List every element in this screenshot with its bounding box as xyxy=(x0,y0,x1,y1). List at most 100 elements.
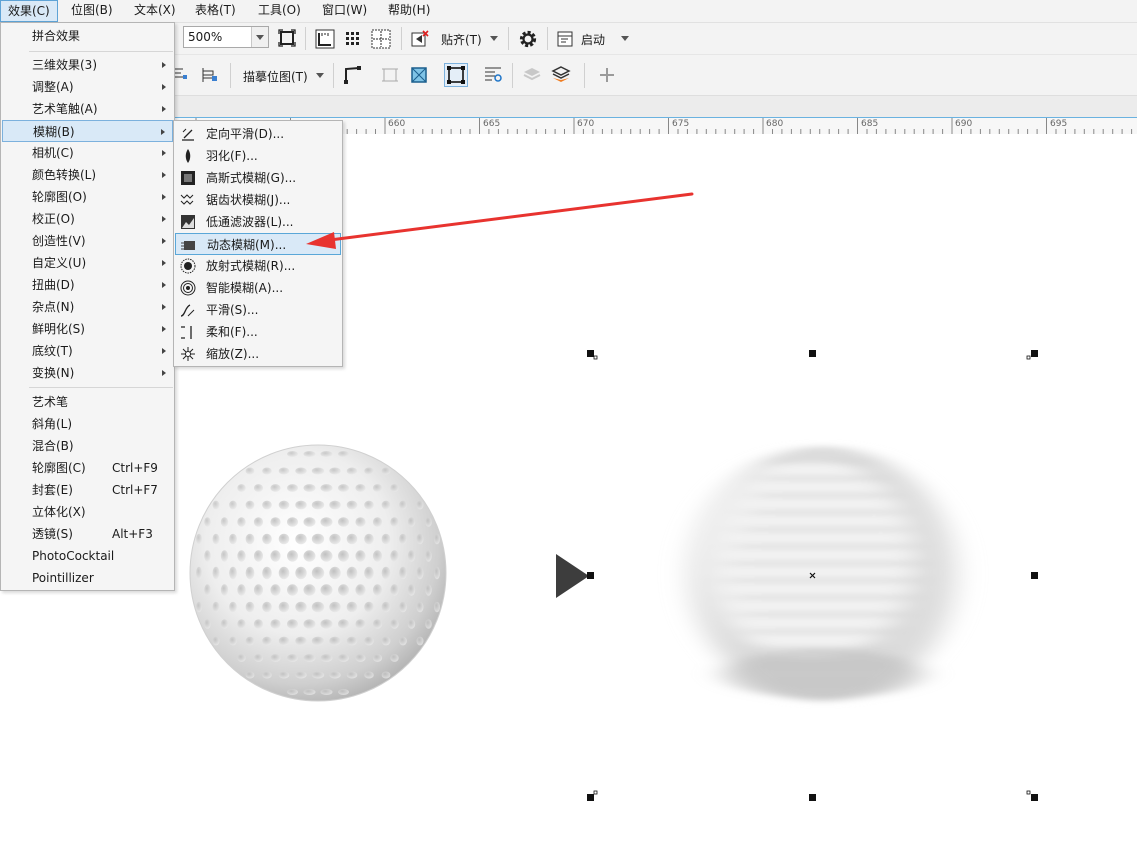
rulers-icon[interactable] xyxy=(314,28,336,50)
radial-blur-icon xyxy=(180,258,196,274)
menu-item-submenu[interactable]: 扭曲(D) xyxy=(2,274,173,296)
chevron-down-icon xyxy=(256,35,264,40)
menu-window[interactable]: 窗口(W) xyxy=(315,0,374,21)
menu-item-shortcut: Ctrl+F9 xyxy=(112,461,158,475)
menu-item-blur[interactable]: 平滑(S)... xyxy=(175,299,341,321)
menu-table[interactable]: 表格(T) xyxy=(188,0,243,21)
menu-item-effect[interactable]: 封套(E) Ctrl+F7 xyxy=(2,479,173,501)
menu-item-submenu[interactable]: 艺术笔触(A) xyxy=(2,98,173,120)
menu-item-submenu[interactable]: 相机(C) xyxy=(2,142,173,164)
snap-off-icon[interactable] xyxy=(409,28,431,50)
layers-orange-icon[interactable] xyxy=(551,65,571,85)
menu-item-label: 锯齿状模糊(J)... xyxy=(206,193,291,207)
chevron-right-icon xyxy=(162,348,166,354)
blur-submenu: 定向平滑(D)... 羽化(F)... 高斯式模糊(G)... 锯齿状模糊(J)...… xyxy=(173,120,343,367)
menu-item-submenu[interactable]: 模糊(B) xyxy=(2,120,173,142)
menu-item-effect[interactable]: 轮廓图(C) Ctrl+F9 xyxy=(2,457,173,479)
bitmap-color-mask-icon[interactable] xyxy=(409,65,429,85)
menu-bitmap[interactable]: 位图(B) xyxy=(64,0,120,21)
chevron-right-icon xyxy=(162,150,166,156)
menu-item-blur[interactable]: 低通滤波器(L)... xyxy=(175,211,341,233)
low-pass-filter-icon xyxy=(181,215,195,229)
toolbar-separator xyxy=(333,63,334,88)
menu-item-blur[interactable]: 动态模糊(M)... xyxy=(175,233,341,255)
launch-label[interactable]: 启动 xyxy=(581,31,605,48)
menu-item-label: 低通滤波器(L)... xyxy=(206,215,294,229)
trace-bitmap-button[interactable]: 描摹位图(T) xyxy=(243,68,308,85)
resample-icon[interactable] xyxy=(199,65,219,85)
menu-item-label: 模糊(B) xyxy=(33,125,75,139)
menu-item-effect[interactable]: PhotoCocktail xyxy=(2,545,173,567)
menu-help[interactable]: 帮助(H) xyxy=(381,0,437,21)
menu-item-submenu[interactable]: 变换(N) xyxy=(2,362,173,384)
menu-item-blur[interactable]: 缩放(Z)... xyxy=(175,343,341,365)
menu-item-label: 轮廓图(C) xyxy=(32,461,86,475)
menu-item-label: 三维效果(3) xyxy=(32,58,97,72)
menu-item-effect[interactable]: 混合(B) xyxy=(2,435,173,457)
chevron-down-icon[interactable] xyxy=(316,73,324,78)
menu-item-blur[interactable]: 放射式模糊(R)... xyxy=(175,255,341,277)
menu-item-label: 羽化(F)... xyxy=(206,149,258,163)
menu-item-effect[interactable]: 艺术笔 xyxy=(2,391,173,413)
menu-item-blur[interactable]: 高斯式模糊(G)... xyxy=(175,167,341,189)
menu-item-label: 底纹(T) xyxy=(32,344,73,358)
menu-item-blur[interactable]: 智能模糊(A)... xyxy=(175,277,341,299)
menu-item-label: PhotoCocktail xyxy=(32,549,115,563)
edit-bitmap-icon[interactable] xyxy=(380,65,400,85)
chevron-right-icon xyxy=(162,84,166,90)
snap-to-label[interactable]: 贴齐(T) xyxy=(441,31,482,48)
menu-item-submenu[interactable]: 底纹(T) xyxy=(2,340,173,362)
menu-item-submenu[interactable]: 轮廓图(O) xyxy=(2,186,173,208)
menu-item-label: 变换(N) xyxy=(32,366,75,380)
menu-item-blur[interactable]: 羽化(F)... xyxy=(175,145,341,167)
menu-item-submenu[interactable]: 创造性(V) xyxy=(2,230,173,252)
menu-item-flatten-effect[interactable]: 拼合效果 xyxy=(2,25,173,47)
align-icon[interactable] xyxy=(174,65,188,85)
grid-icon[interactable] xyxy=(342,28,364,50)
menu-item-effect[interactable]: 立体化(X) xyxy=(2,501,173,523)
chevron-right-icon xyxy=(162,260,166,266)
menu-text[interactable]: 文本(X) xyxy=(127,0,183,21)
bounding-box-icon[interactable] xyxy=(444,63,468,87)
menu-separator xyxy=(29,387,173,388)
menu-item-submenu[interactable]: 鲜明化(S) xyxy=(2,318,173,340)
crop-bitmap-icon[interactable] xyxy=(343,65,363,85)
chevron-right-icon xyxy=(162,282,166,288)
golf-ball-motion-blurred[interactable] xyxy=(691,446,955,702)
selection-handles[interactable] xyxy=(587,350,1038,801)
add-icon[interactable] xyxy=(597,65,617,85)
menu-item-submenu[interactable]: 校正(O) xyxy=(2,208,173,230)
menu-item-submenu[interactable]: 自定义(U) xyxy=(2,252,173,274)
chevron-down-icon[interactable] xyxy=(490,36,498,41)
golf-ball-original[interactable] xyxy=(189,444,447,702)
layers-gray-icon[interactable] xyxy=(522,65,542,85)
zoom-level-value[interactable]: 500% xyxy=(188,30,222,44)
menu-item-effect[interactable]: 斜角(L) xyxy=(2,413,173,435)
menu-item-effect[interactable]: Pointillizer xyxy=(2,567,173,589)
trace-outline-icon[interactable] xyxy=(483,65,503,85)
menu-item-label: 艺术笔触(A) xyxy=(32,102,98,116)
guidelines-icon[interactable] xyxy=(370,28,392,50)
launch-app-icon[interactable] xyxy=(555,29,575,49)
zoom-to-page-icon[interactable] xyxy=(277,28,297,48)
gear-icon[interactable] xyxy=(516,27,540,51)
menu-item-blur[interactable]: 柔和(F)... xyxy=(175,321,341,343)
chevron-down-icon[interactable] xyxy=(621,36,629,41)
chevron-right-icon xyxy=(162,194,166,200)
menu-item-submenu[interactable]: 调整(A) xyxy=(2,76,173,98)
menu-bar: 效果(C) 位图(B) 文本(X) 表格(T) 工具(O) 窗口(W) 帮助(H… xyxy=(0,0,1137,23)
menu-item-label: 高斯式模糊(G)... xyxy=(206,171,297,185)
menu-item-submenu[interactable]: 颜色转换(L) xyxy=(2,164,173,186)
menu-item-submenu[interactable]: 杂点(N) xyxy=(2,296,173,318)
menu-item-blur[interactable]: 锯齿状模糊(J)... xyxy=(175,189,341,211)
zoom-dropdown-button[interactable] xyxy=(251,27,268,47)
zoom-level-combo[interactable]: 500% xyxy=(183,26,269,48)
menu-item-label: 封套(E) xyxy=(32,483,73,497)
menu-item-label: Pointillizer xyxy=(32,571,94,585)
menu-item-submenu[interactable]: 三维效果(3) xyxy=(2,54,173,76)
smart-blur-icon xyxy=(180,280,196,296)
menu-effects[interactable]: 效果(C) xyxy=(0,0,58,22)
menu-tools[interactable]: 工具(O) xyxy=(251,0,308,21)
menu-item-effect[interactable]: 透镜(S) Alt+F3 xyxy=(2,523,173,545)
menu-item-blur[interactable]: 定向平滑(D)... xyxy=(175,123,341,145)
